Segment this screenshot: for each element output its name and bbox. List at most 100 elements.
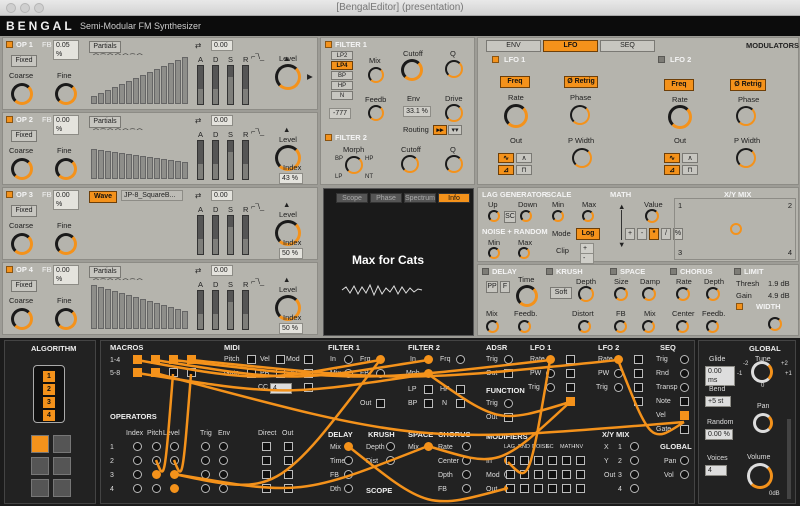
lfo1-freq-button[interactable]: Freq [500, 76, 530, 88]
patch-cable[interactable] [172, 373, 193, 473]
adsr-s-slider[interactable] [227, 290, 234, 330]
op-power-toggle[interactable] [6, 266, 13, 273]
op-power-toggle[interactable] [6, 191, 13, 198]
partial-bar[interactable] [154, 303, 160, 329]
adsr-a-slider[interactable] [197, 290, 204, 330]
lfo2-sine-shape[interactable]: ∿ [664, 153, 680, 163]
adsr-s-slider[interactable] [227, 65, 234, 105]
partial-bar[interactable] [182, 57, 188, 104]
routing-parallel-button[interactable]: ▾▾ [448, 125, 462, 135]
filter1-env-value[interactable]: 33.1 % [403, 106, 431, 117]
partial-bar[interactable] [105, 289, 111, 329]
patch-cable[interactable] [154, 373, 175, 473]
adsr-s-slider[interactable] [227, 215, 234, 255]
partial-bar[interactable] [133, 78, 139, 104]
adsr-d-slider[interactable] [212, 65, 219, 105]
lfo1-retrig-button[interactable]: Ø Retrig [564, 76, 598, 88]
math-op-button[interactable]: - [637, 228, 647, 240]
op-fine-knob[interactable] [55, 158, 77, 180]
partial-bar[interactable] [182, 162, 188, 179]
tab-phase[interactable]: Phase [370, 193, 402, 203]
noise-min-knob[interactable] [488, 247, 500, 259]
partial-bar[interactable] [161, 66, 167, 104]
op-fb-value[interactable]: 0.00 % [53, 115, 79, 135]
lfo2-saw-shape[interactable]: ⊿ [664, 165, 680, 175]
filter1-type-hp[interactable]: HP [331, 81, 353, 90]
partial-bar[interactable] [147, 72, 153, 104]
scale-max-knob[interactable] [582, 210, 594, 222]
op-fb-value[interactable]: 0.00 % [53, 190, 79, 210]
delay-mix-knob[interactable] [486, 320, 499, 333]
adsr-d-slider[interactable] [212, 215, 219, 255]
width-power-toggle[interactable] [736, 303, 743, 310]
xy-pad[interactable]: 1 2 3 4 [674, 198, 796, 260]
lfo2-freq-button[interactable]: Freq [664, 79, 694, 91]
tab-spectrum[interactable]: Spectrum [404, 193, 436, 203]
partial-bar[interactable] [175, 161, 181, 179]
op-coarse-knob[interactable] [11, 158, 33, 180]
filter2-q-knob[interactable] [445, 155, 463, 173]
lfo1-power-toggle[interactable] [492, 56, 499, 63]
tab-scope[interactable]: Scope [336, 193, 368, 203]
lfo1-square-shape[interactable]: ⊓ [516, 165, 532, 175]
patch-cable[interactable] [154, 371, 685, 437]
op-fine-knob[interactable] [55, 233, 77, 255]
partial-bar[interactable] [168, 63, 174, 104]
patch-cable[interactable] [427, 372, 571, 418]
math-op-button[interactable]: + [625, 228, 635, 240]
partial-bar[interactable] [105, 151, 111, 179]
partial-bar[interactable] [147, 301, 153, 329]
filter1-fb-value[interactable]: -777 [329, 108, 351, 119]
adsr-a-slider[interactable] [197, 140, 204, 180]
op-index-value[interactable]: 50 % [279, 248, 303, 259]
space-power-toggle[interactable] [610, 268, 617, 275]
partial-bar[interactable] [140, 299, 146, 329]
filter2-morph-knob[interactable] [345, 156, 363, 174]
chorus-center-knob[interactable] [676, 320, 689, 333]
adsr-a-slider[interactable] [197, 215, 204, 255]
lag-down-knob[interactable] [520, 210, 532, 222]
filter1-feedb-knob[interactable] [368, 105, 384, 121]
partial-bar[interactable] [154, 69, 160, 104]
filter1-drive-knob[interactable] [445, 104, 463, 122]
partial-bar[interactable] [119, 293, 125, 329]
filter1-type-lp2[interactable]: LP2 [331, 51, 353, 60]
partial-bar[interactable] [119, 153, 125, 179]
delay-time-knob[interactable] [516, 285, 538, 307]
partial-bar[interactable] [126, 295, 132, 329]
partial-bar[interactable] [175, 60, 181, 104]
delay-feedb-knob[interactable] [518, 320, 531, 333]
zoom-window-button[interactable] [34, 3, 44, 13]
delay-f-button[interactable]: F [500, 281, 510, 293]
partial-bar[interactable] [112, 87, 118, 104]
math-op-button[interactable]: / [661, 228, 671, 240]
space-damp-knob[interactable] [642, 287, 656, 301]
pan-knob[interactable] [753, 413, 773, 433]
krush-distort-knob[interactable] [578, 320, 591, 333]
width-knob[interactable] [768, 317, 782, 331]
space-size-knob[interactable] [614, 287, 628, 301]
partial-bar[interactable] [105, 90, 111, 104]
adsr-d-slider[interactable] [212, 290, 219, 330]
lfo2-phase-knob[interactable] [736, 106, 756, 126]
tab-lfo[interactable]: LFO [543, 40, 598, 52]
partial-bar[interactable] [98, 93, 104, 104]
xy-cursor[interactable] [730, 223, 742, 235]
voices-value[interactable]: 4 [705, 465, 727, 476]
filter1-type-bp[interactable]: BP [331, 71, 353, 80]
partial-bar[interactable] [161, 159, 167, 179]
minimize-window-button[interactable] [20, 3, 30, 13]
op-fine-knob[interactable] [55, 83, 77, 105]
op-fixed-button[interactable]: Fixed [11, 55, 37, 67]
filter1-cutoff-knob[interactable] [401, 59, 423, 81]
partial-bar[interactable] [147, 157, 153, 179]
routing-serial-button[interactable]: ▸▸ [433, 125, 447, 135]
lfo2-tri-shape[interactable]: ∧ [682, 153, 698, 163]
tab-env[interactable]: ENV [486, 40, 541, 52]
partial-bar[interactable] [112, 152, 118, 179]
delay-pp-button[interactable]: PP [486, 281, 498, 293]
lfo2-retrig-button[interactable]: Ø Retrig [730, 79, 766, 91]
op-fixed-button[interactable]: Fixed [11, 205, 37, 217]
partial-bar[interactable] [98, 287, 104, 329]
partial-bar[interactable] [182, 311, 188, 329]
